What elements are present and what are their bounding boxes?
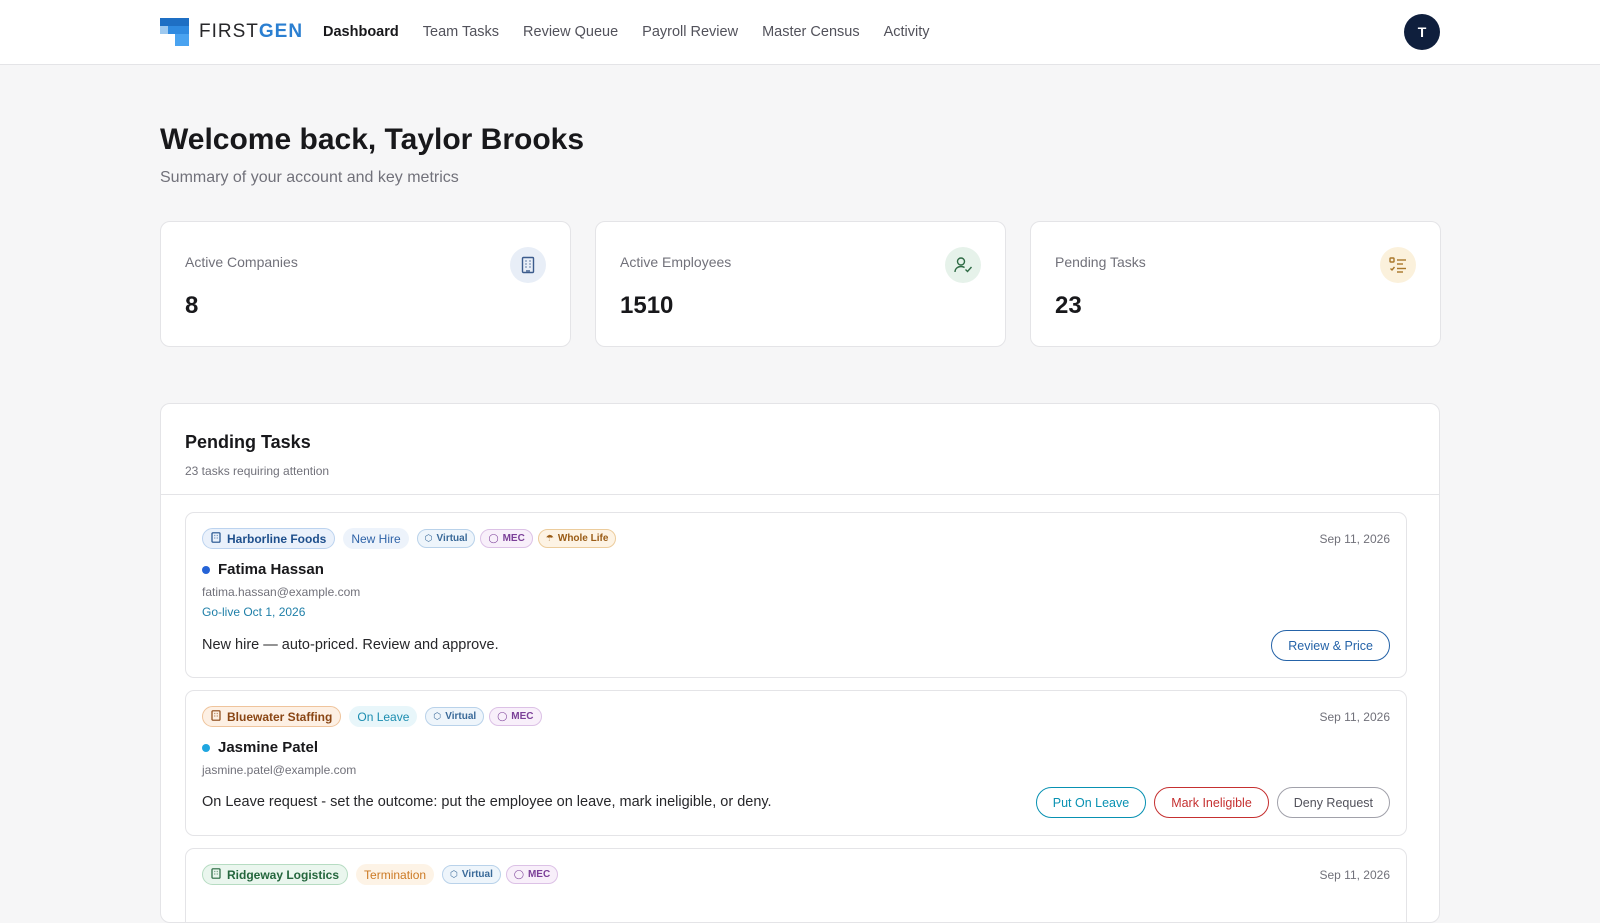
brand-gen: GEN <box>258 21 304 42</box>
employee-name[interactable]: Jasmine Patel <box>218 739 318 756</box>
company-tag[interactable]: Ridgeway Logistics <box>202 864 349 885</box>
brand-logo[interactable]: FIRSTGEN <box>160 18 303 46</box>
status-dot <box>202 565 210 574</box>
task-description: New hire — auto-priced. Review and appro… <box>202 637 499 653</box>
task-actions: Put On Leave Mark Ineligible Deny Reques… <box>1028 787 1390 818</box>
page-title: Welcome back, Taylor Brooks <box>160 123 585 156</box>
brand-wordmark: FIRSTGEN <box>199 18 303 46</box>
company-tag[interactable]: Bluewater Staffing <box>202 706 342 727</box>
metric-label: Active Employees <box>620 254 732 270</box>
nav-review-queue[interactable]: Review Queue <box>523 22 618 42</box>
nav-master-census[interactable]: Master Census <box>762 22 860 42</box>
metric-value: 8 <box>185 292 199 319</box>
task-card: Bluewater Staffing On Leave ⬡ Virtual ◯ ME… <box>185 690 1407 836</box>
mark-ineligible-button[interactable]: Mark Ineligible <box>1154 787 1269 818</box>
tag-label: MEC <box>502 533 525 544</box>
user-check-icon <box>945 247 981 283</box>
metric-value: 23 <box>1055 292 1082 319</box>
nav-team-tasks[interactable]: Team Tasks <box>423 22 499 42</box>
panel-subtitle: 23 tasks requiring attention <box>185 464 330 478</box>
company-name: Ridgeway Logistics <box>227 867 340 882</box>
status-dot <box>202 743 210 752</box>
building-icon <box>510 247 546 283</box>
tag-label: Virtual <box>461 869 493 880</box>
employee-email: jasmine.patel@example.com <box>202 763 357 777</box>
metric-card-active-companies: Active Companies 8 <box>160 221 571 347</box>
tag-icon: ⬡ <box>433 711 442 721</box>
page-subtitle: Summary of your account and key metrics <box>160 169 459 186</box>
virtual-tag: ⬡ Virtual <box>442 865 501 884</box>
list-checks-icon <box>1380 247 1416 283</box>
virtual-tag: ⬡ Virtual <box>425 707 485 726</box>
task-actions: Review & Price <box>1263 630 1390 661</box>
tag-icon: ⬡ <box>450 869 458 879</box>
put-on-leave-button[interactable]: Put On Leave <box>1035 787 1147 818</box>
metric-card-active-employees: Active Employees 1510 <box>595 221 1006 347</box>
employee-name[interactable]: Fatima Hassan <box>218 561 324 578</box>
nav-payroll-review[interactable]: Payroll Review <box>642 22 738 42</box>
employee: Fatima Hassan <box>202 561 324 578</box>
tag-icon: ⬡ <box>424 533 433 543</box>
company-name: Harborline Foods <box>227 531 327 546</box>
company-name: Bluewater Staffing <box>227 709 333 724</box>
task-tags: Harborline Foods New Hire ⬡ Virtual ◯ MEC … <box>202 528 621 549</box>
user-avatar[interactable]: T <box>1404 14 1440 50</box>
pending-tasks-panel: Pending Tasks 23 tasks requiring attenti… <box>160 403 1440 923</box>
task-date: Sep 11, 2026 <box>1319 868 1390 882</box>
nav-dashboard[interactable]: Dashboard <box>323 22 399 42</box>
task-type-badge: New Hire <box>343 528 409 549</box>
tag-label: Whole Life <box>557 533 609 544</box>
logo-mark-icon <box>160 18 189 46</box>
task-date: Sep 11, 2026 <box>1319 710 1390 724</box>
shield-icon: ◯ <box>497 711 508 721</box>
employee: Jasmine Patel <box>202 739 318 756</box>
task-type-badge: On Leave <box>349 706 418 727</box>
main-nav: Dashboard Team Tasks Review Queue Payrol… <box>323 22 954 42</box>
tag-label: MEC <box>527 869 551 880</box>
mec-tag: ◯ MEC <box>489 707 542 726</box>
metric-label: Pending Tasks <box>1055 254 1146 270</box>
mec-tag: ◯ MEC <box>480 529 533 548</box>
tag-label: Virtual <box>436 533 468 544</box>
panel-title: Pending Tasks <box>185 432 311 452</box>
golive-date: Go-live Oct 1, 2026 <box>202 605 306 619</box>
task-tags: Bluewater Staffing On Leave ⬡ Virtual ◯ ME… <box>202 706 547 727</box>
task-date: Sep 11, 2026 <box>1319 532 1390 546</box>
company-tag[interactable]: Harborline Foods <box>202 528 336 549</box>
building-icon <box>211 867 221 882</box>
tag-label: Virtual <box>445 711 477 722</box>
mec-tag: ◯ MEC <box>505 865 559 884</box>
tag-label: MEC <box>511 711 534 722</box>
metric-label: Active Companies <box>185 254 298 270</box>
virtual-tag: ⬡ Virtual <box>416 529 476 548</box>
brand-first: FIRST <box>199 21 259 42</box>
metric-value: 1510 <box>620 292 674 319</box>
task-card: Harborline Foods New Hire ⬡ Virtual ◯ MEC … <box>185 512 1407 678</box>
shield-icon: ◯ <box>513 869 524 879</box>
task-description: On Leave request - set the outcome: put … <box>202 794 772 810</box>
whole-life-tag: ☂ Whole Life <box>537 529 617 548</box>
panel-divider <box>161 494 1439 495</box>
metric-card-pending-tasks: Pending Tasks 23 <box>1030 221 1441 347</box>
building-icon <box>211 531 221 546</box>
nav-activity[interactable]: Activity <box>884 22 930 42</box>
building-icon <box>211 709 221 724</box>
top-navigation: FIRSTGEN Dashboard Team Tasks Review Que… <box>0 0 1600 65</box>
task-type-badge: Termination <box>356 864 435 885</box>
employee-email: fatima.hassan@example.com <box>202 585 361 599</box>
umbrella-icon: ☂ <box>545 533 554 543</box>
task-card: Ridgeway Logistics Termination ⬡ Virtual … <box>185 848 1407 922</box>
deny-request-button[interactable]: Deny Request <box>1276 787 1390 818</box>
shield-icon: ◯ <box>488 533 499 543</box>
review-price-button[interactable]: Review & Price <box>1271 630 1390 661</box>
task-tags: Ridgeway Logistics Termination ⬡ Virtual … <box>202 864 563 885</box>
